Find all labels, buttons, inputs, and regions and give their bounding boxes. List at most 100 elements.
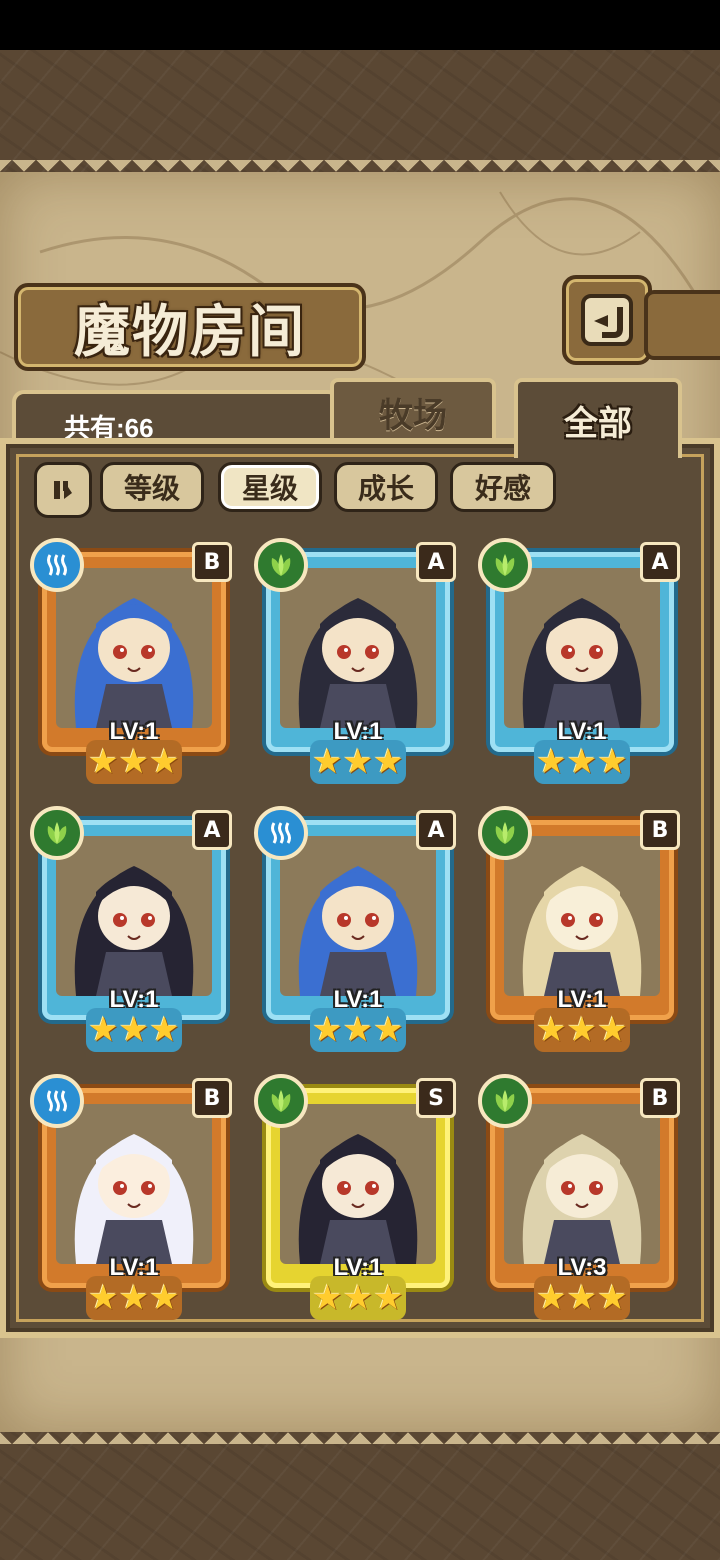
star-icon: ★	[312, 742, 343, 782]
star-icon: ★	[118, 1278, 150, 1318]
element-badge	[478, 538, 532, 592]
monster-card[interactable]: B LV:1 ★ ★ ★	[30, 1074, 234, 1322]
sort-order-icon	[54, 481, 72, 499]
monster-portrait	[504, 568, 660, 728]
leaf-element-icon	[47, 822, 67, 844]
monster-card[interactable]: S LV:1 ★ ★ ★	[254, 1074, 458, 1322]
water-element-icon	[271, 822, 291, 844]
sort-by-growth-button[interactable]: 成长	[334, 462, 438, 512]
element-badge	[30, 1074, 84, 1128]
sort-by-affection-button[interactable]: 好感	[450, 462, 556, 512]
leaf-element-icon	[495, 554, 515, 576]
rank-letter: A	[427, 817, 445, 843]
monster-card[interactable]: A LV:1 ★ ★ ★	[30, 806, 234, 1054]
rank-badge: A	[192, 810, 232, 850]
rank-letter: A	[651, 549, 669, 575]
monster-portrait	[56, 568, 212, 728]
rank-badge: B	[192, 1078, 232, 1118]
back-arrow-icon	[581, 294, 633, 346]
leaf-element-icon	[495, 1090, 515, 1112]
monster-portrait	[56, 836, 212, 996]
rank-letter: B	[651, 817, 669, 843]
water-element-icon	[47, 554, 67, 576]
star-icon: ★	[88, 1010, 119, 1050]
rank-letter: B	[203, 1085, 221, 1111]
zigzag-edge-top	[0, 160, 720, 178]
monster-portrait	[280, 568, 436, 728]
monster-card[interactable]: A LV:1 ★ ★ ★	[478, 538, 682, 786]
star-icon: ★	[88, 742, 119, 782]
sort-order-toggle[interactable]	[34, 462, 92, 518]
tab-all[interactable]: 全部	[514, 378, 682, 458]
star-icon: ★	[373, 742, 404, 782]
star-rating: ★ ★ ★	[534, 740, 630, 784]
monster-card[interactable]: A LV:1 ★ ★ ★	[254, 538, 458, 786]
rank-badge: A	[640, 542, 680, 582]
star-icon: ★	[536, 742, 567, 782]
rank-badge: A	[416, 810, 456, 850]
element-badge	[478, 806, 532, 860]
rank-letter: B	[203, 549, 221, 575]
monster-portrait	[280, 836, 436, 996]
monster-portrait	[504, 1104, 660, 1264]
element-badge	[254, 806, 308, 860]
star-icon: ★	[342, 1010, 374, 1050]
rank-letter: A	[427, 549, 445, 575]
star-icon: ★	[597, 742, 628, 782]
star-icon: ★	[373, 1278, 404, 1318]
monster-portrait	[56, 1104, 212, 1264]
tab-pasture[interactable]: 牧场	[330, 378, 496, 442]
element-badge	[254, 538, 308, 592]
status-bar	[0, 0, 720, 50]
monster-card[interactable]: A LV:1 ★ ★ ★	[254, 806, 458, 1054]
star-rating: ★ ★ ★	[86, 740, 182, 784]
monster-portrait	[504, 836, 660, 996]
star-icon: ★	[312, 1278, 343, 1318]
element-badge	[478, 1074, 532, 1128]
monster-card[interactable]: B LV:1 ★ ★ ★	[30, 538, 234, 786]
rank-badge: B	[640, 1078, 680, 1118]
star-icon: ★	[566, 1010, 598, 1050]
rank-letter: B	[651, 1085, 669, 1111]
star-icon: ★	[88, 1278, 119, 1318]
star-icon: ★	[149, 742, 180, 782]
sort-by-level-button[interactable]: 等级	[100, 462, 204, 512]
tab-pasture-label: 牧场	[379, 395, 447, 436]
page-title-text: 魔物房间	[74, 298, 306, 365]
rank-badge: A	[416, 542, 456, 582]
sort-by-affection-label: 好感	[474, 472, 531, 505]
rank-letter: A	[203, 817, 221, 843]
star-rating: ★ ★ ★	[86, 1008, 182, 1052]
monster-card[interactable]: B LV:1 ★ ★ ★	[478, 806, 682, 1054]
star-icon: ★	[536, 1278, 567, 1318]
element-badge	[30, 806, 84, 860]
element-badge	[254, 1074, 308, 1128]
tab-all-label: 全部	[564, 403, 632, 444]
sort-by-star-label: 星级	[241, 472, 298, 505]
sort-by-star-button[interactable]: 星级	[218, 462, 322, 512]
star-icon: ★	[312, 1010, 343, 1050]
monster-count-bar: 共有:66	[12, 390, 340, 444]
leaf-element-icon	[495, 822, 515, 844]
back-button[interactable]	[562, 275, 652, 365]
page-title: 魔物房间	[14, 283, 366, 371]
star-rating: ★ ★ ★	[310, 1008, 406, 1052]
rank-badge: B	[640, 810, 680, 850]
star-icon: ★	[566, 1278, 598, 1318]
star-icon: ★	[373, 1010, 404, 1050]
star-icon: ★	[566, 742, 598, 782]
star-rating: ★ ★ ★	[534, 1276, 630, 1320]
monster-card[interactable]: B LV:3 ★ ★ ★	[478, 1074, 682, 1322]
star-icon: ★	[118, 1010, 150, 1050]
star-rating: ★ ★ ★	[86, 1276, 182, 1320]
leaf-element-icon	[271, 554, 291, 576]
star-icon: ★	[149, 1010, 180, 1050]
monster-portrait	[280, 1104, 436, 1264]
leaf-element-icon	[271, 1090, 291, 1112]
water-element-icon	[47, 1090, 67, 1112]
sort-by-level-label: 等级	[123, 472, 180, 505]
rank-badge: S	[416, 1078, 456, 1118]
star-icon: ★	[149, 1278, 180, 1318]
star-icon: ★	[597, 1010, 628, 1050]
rank-letter: S	[428, 1085, 444, 1111]
